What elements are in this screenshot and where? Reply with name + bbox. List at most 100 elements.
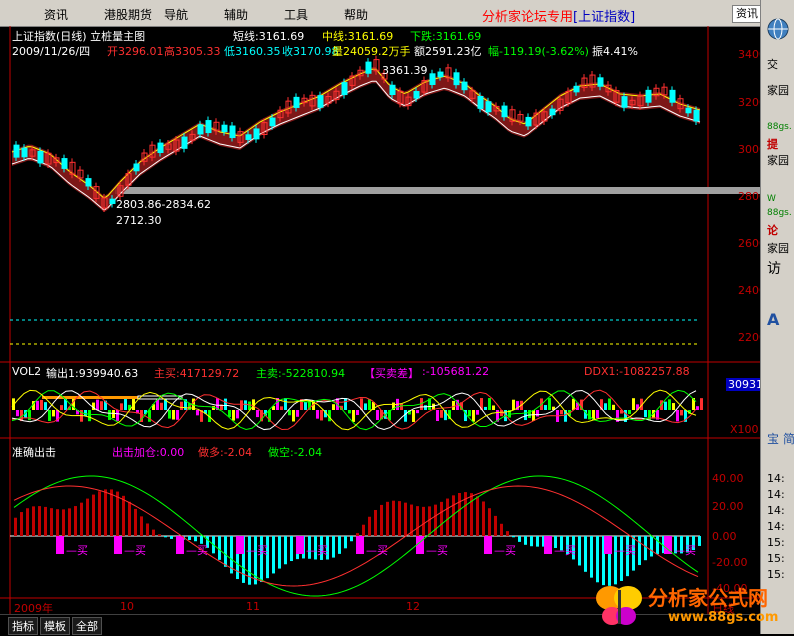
tab-indicators[interactable]: 指标 [8,617,38,635]
osc-bar [482,501,485,536]
osc-bar [224,536,227,567]
osc-bar [98,491,101,536]
rp-item-5[interactable]: W [767,194,776,204]
osc-bar [536,536,539,547]
buy-marker-block [114,536,122,554]
osc-bar [590,536,593,578]
rp-time-2: 14: [767,488,785,501]
rp-item-8[interactable]: 访 [767,258,781,278]
osc-bar [368,516,371,536]
tab-all[interactable]: 全部 [72,617,102,635]
osc-bar [584,536,587,572]
vol-bar [572,398,575,410]
vol-bar [356,410,359,416]
rp-site-2[interactable]: 88gs. [767,208,792,218]
osc-bar [122,495,125,536]
vol-bar [376,410,379,420]
vol-bar [168,410,171,419]
main-sell: 主卖:-522810.94 [256,367,346,380]
menu-item-assist[interactable]: 辅助 [224,6,248,23]
vol-bar [680,410,683,416]
price-candle [693,109,700,122]
osc-bar [434,504,437,536]
osc-panel-name: 准确出击 [12,446,56,459]
price-candle [157,142,164,154]
range-label: 2803.86-2834.62 [116,198,211,211]
osc-bar [494,515,497,536]
low-label: 2712.30 [116,214,162,227]
peak-label: 3361.39 [382,64,428,77]
osc-bar [440,501,443,536]
osc-bar [164,536,167,538]
osc-bar [446,498,449,536]
buy-marker-block [236,536,244,554]
vol-bar [232,410,235,421]
vol-bar [148,410,151,422]
rp-item-7[interactable]: 家园 [767,240,789,256]
buy-sell-diff-label: 【买卖差】 [364,367,419,380]
osc-bar [356,533,359,536]
menu-item-tools[interactable]: 工具 [284,6,308,23]
price-candle [597,77,604,87]
vol-bar [604,403,607,410]
osc-bar [362,524,365,536]
rp-site-1[interactable]: 88gs. [767,122,792,132]
rp-letter-jian[interactable]: 简 [783,430,794,447]
price-candle [645,89,652,103]
rp-item-2[interactable]: 家园 [767,82,789,98]
osc-bar [698,536,701,546]
vol-bar [484,406,487,410]
osc-bar [332,536,335,558]
price-candle [181,136,188,149]
osc-bar [380,504,383,536]
vol-bar [612,404,615,410]
osc-y-m20: -20.00 [712,556,748,569]
rp-item-4[interactable]: 家园 [767,152,789,168]
price-candle [485,101,492,113]
buy-signal-label: —买 [614,544,636,557]
rp-item-1[interactable]: 交 [767,56,778,72]
osc-bar [530,536,533,547]
rp-item-3[interactable]: 提 [767,136,778,152]
price-candle [21,147,28,158]
vol-bar [536,410,539,417]
vol-bar [48,410,51,421]
font-a-icon[interactable]: A [767,310,779,329]
tab-templates[interactable]: 模板 [40,617,70,635]
buy-marker-block [176,536,184,554]
rp-item-6[interactable]: 论 [767,222,778,238]
globe-icon[interactable] [763,16,793,42]
menu-item-hk-futures[interactable]: 港股期货 [104,6,152,23]
buy-signal-label: —买 [124,544,146,557]
buy-marker-block [544,536,552,554]
rp-time-1: 14: [767,472,785,485]
menu-item-news[interactable]: 资讯 [44,6,68,23]
menu-item-help[interactable]: 帮助 [344,6,368,23]
chart-area[interactable]: 上证指数(日线) 立桩量主图 短线:3161.69 中线:3161.69 下跌:… [0,26,766,615]
price-candle [109,198,116,204]
site-logo: 分析家公式网 www.88gs.com [590,574,794,634]
open-value: 开3296.01 [107,45,164,58]
vol-bar [100,401,103,410]
osc-bar [524,536,527,545]
attack-add: 出击加仓:0.00 [112,446,185,459]
menu-item-nav[interactable]: 导航 [164,6,188,23]
price-candle [461,81,468,91]
osc-y-0: 0.00 [712,530,737,543]
vol-bar [256,410,259,418]
osc-bar [416,506,419,536]
osc-bar [284,536,287,565]
vol-bar [644,410,647,418]
osc-bar [218,536,221,560]
vol-bar [436,410,439,422]
rp-letter-bao[interactable]: 宝 [767,430,779,447]
amount-value: 额2591.23亿 [414,45,482,58]
vol-bar [440,410,443,418]
banner-sub: [上证指数] [573,10,636,25]
vol-bar [424,405,427,410]
osc-bar [86,498,89,536]
buy-marker-block [296,536,304,554]
news-button[interactable]: 资讯 [732,5,762,23]
main-buy: 主买:417129.72 [154,367,240,380]
buy-signal-label: —买 [366,544,388,557]
